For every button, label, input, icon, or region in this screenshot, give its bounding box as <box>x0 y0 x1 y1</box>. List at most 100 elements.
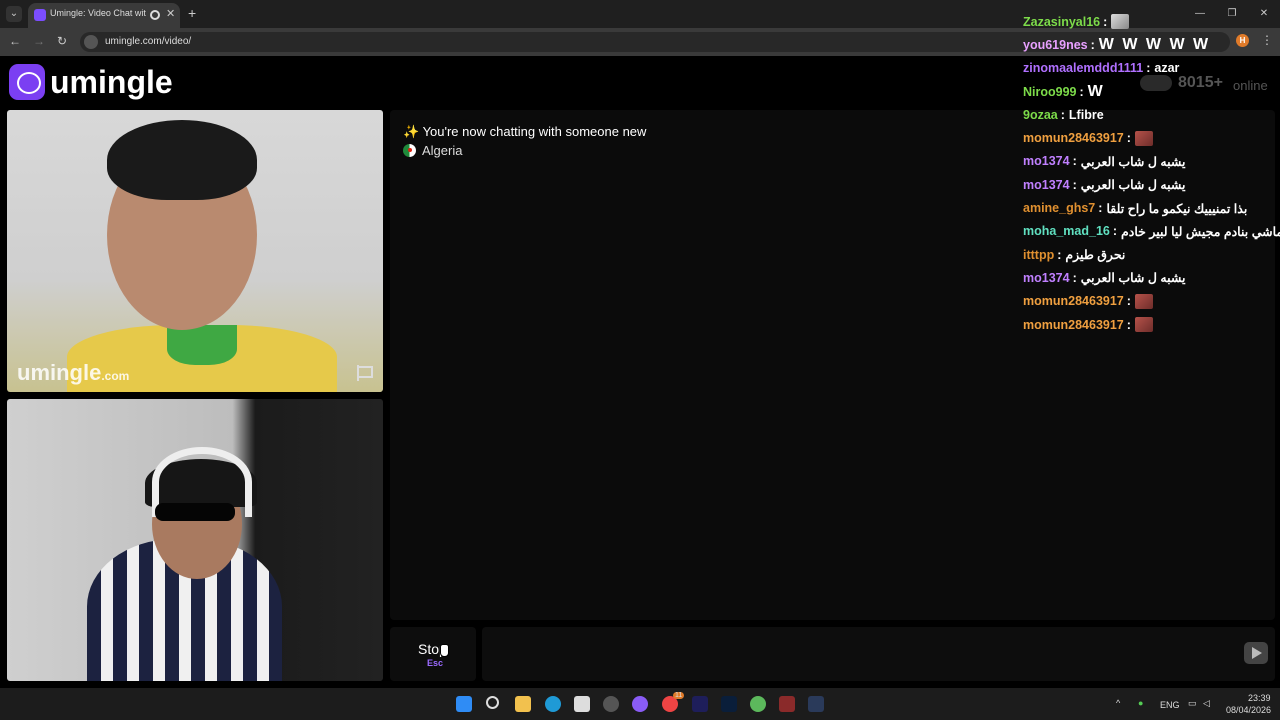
language-indicator[interactable]: ENG <box>1160 700 1180 710</box>
chat-username: itttpp <box>1023 247 1055 262</box>
clock-date[interactable]: 08/04/2026 <box>1226 705 1271 715</box>
stream-chat-line: Zazasinyal16: <box>1023 10 1273 33</box>
chat-separator: : <box>1112 224 1118 239</box>
chat-separator: : <box>1079 84 1084 99</box>
network-icon[interactable]: ▭ <box>1188 698 1197 709</box>
chat-separator: : <box>1146 61 1151 76</box>
chat-separator: : <box>1057 247 1062 262</box>
twitch-icon[interactable] <box>632 696 648 712</box>
chat-separator: : <box>1098 201 1103 216</box>
chat-message: يشبه ل شاب العربي <box>1080 178 1186 193</box>
chat-message: نحرق طيزم <box>1065 248 1126 263</box>
stream-chat-line: you619nes: W W W W W <box>1023 33 1273 56</box>
chat-separator: : <box>1072 177 1077 192</box>
premiere-icon[interactable] <box>692 696 708 712</box>
stream-chat-line: momun28463917: <box>1023 290 1273 313</box>
new-tab-button[interactable]: + <box>188 5 196 21</box>
chat-username: Niroo999 <box>1023 84 1077 99</box>
chat-username: you619nes <box>1023 37 1088 52</box>
umingle-logo-icon[interactable] <box>9 64 45 100</box>
stop-shortcut: Esc <box>427 658 444 668</box>
tab-close-icon[interactable]: ✕ <box>166 7 175 20</box>
stream-chat-line: zinomaalemddd1111: azar <box>1023 57 1273 80</box>
chat-message: بذا تمنيييك نيكمو ما راح تلقا <box>1106 201 1248 216</box>
chat-message: W <box>1087 82 1103 100</box>
clock-time[interactable]: 23:39 <box>1248 693 1271 703</box>
media-player-icon[interactable] <box>779 696 795 712</box>
report-flag-icon[interactable] <box>357 365 373 381</box>
forward-icon[interactable]: → <box>33 34 45 48</box>
url-text[interactable]: umingle.com/video/ <box>105 36 191 47</box>
chat-username: moha_mad_16 <box>1023 224 1110 239</box>
umingle-favicon-icon <box>34 9 46 21</box>
microphone-icon[interactable]: ● <box>1138 698 1143 708</box>
chat-username: mo1374 <box>1023 154 1070 169</box>
chatgpt-icon[interactable] <box>603 696 619 712</box>
chat-message: azar <box>1154 61 1180 76</box>
file-explorer-icon[interactable] <box>515 696 531 712</box>
stranger-video: umingle.com <box>7 110 383 392</box>
chat-message: Lfibre <box>1068 107 1104 122</box>
emote-icon <box>1134 293 1153 309</box>
chat-separator: : <box>1060 107 1065 122</box>
chat-username: Zazasinyal16 <box>1023 14 1101 29</box>
country-name: Algeria <box>422 143 463 158</box>
chat-message: انا ماشي بنادم مجيش ليا لبير خادم <box>1121 224 1280 239</box>
chat-separator: : <box>1126 317 1131 332</box>
start-icon[interactable] <box>456 696 472 712</box>
stranger-country: Algeria <box>403 143 462 158</box>
stranger-hair <box>107 120 257 200</box>
chat-username: zinomaalemddd1111 <box>1023 61 1144 76</box>
system-message: ✨ You're now chatting with someone new <box>403 124 647 139</box>
chat-username: momun28463917 <box>1023 131 1124 146</box>
search-icon[interactable] <box>486 696 499 709</box>
reload-icon[interactable]: ↻ <box>57 34 67 48</box>
utorrent-icon[interactable] <box>750 696 766 712</box>
chat-separator: : <box>1072 270 1077 285</box>
volume-icon[interactable]: ◁ <box>1203 698 1210 709</box>
site-logo-text[interactable]: umingle <box>50 64 173 101</box>
stream-chat-line: Niroo999: W <box>1023 80 1273 103</box>
chat-username: mo1374 <box>1023 177 1070 192</box>
chrome-badge: 11 <box>673 692 685 699</box>
back-icon[interactable]: ← <box>9 34 21 48</box>
recording-icon <box>150 10 160 20</box>
site-info-icon[interactable] <box>84 35 98 49</box>
umingle-watermark: umingle.com <box>17 360 130 385</box>
tab-title: Umingle: Video Chat with S <box>50 8 146 18</box>
stream-chat-line: mo1374: يشبه ل شاب العربي <box>1023 173 1273 196</box>
algeria-flag-icon <box>403 144 416 157</box>
stream-chat-line: mo1374: يشبه ل شاب العربي <box>1023 266 1273 289</box>
send-icon[interactable] <box>1244 642 1268 664</box>
chat-message: W W W W W <box>1098 35 1209 53</box>
chat-separator: : <box>1126 131 1131 146</box>
chat-message: يشبه ل شاب العربي <box>1080 154 1186 169</box>
hand-cursor-icon <box>440 644 449 657</box>
stream-chat-line: mo1374: يشبه ل شاب العربي <box>1023 150 1273 173</box>
chat-separator: : <box>1126 294 1131 309</box>
steam-icon[interactable] <box>808 696 824 712</box>
emote-icon <box>1134 317 1153 332</box>
stop-button[interactable]: Stop Esc <box>390 627 476 681</box>
chat-separator: : <box>1090 37 1095 52</box>
stream-chat-overlay: Zazasinyal16: you619nes: W W W W Wzinomaal… <box>1023 10 1280 336</box>
store-icon[interactable] <box>574 696 590 712</box>
chat-username: 9ozaa <box>1023 107 1058 122</box>
edge-icon[interactable] <box>545 696 561 712</box>
emote-icon <box>1111 14 1130 30</box>
emote-icon <box>1134 130 1153 146</box>
photoshop-icon[interactable] <box>721 696 737 712</box>
chat-username: mo1374 <box>1023 270 1070 285</box>
chat-message: يشبه ل شاب العربي <box>1080 271 1186 286</box>
stream-chat-line: amine_ghs7: بذا تمنيييك نيكمو ما راح تلقا <box>1023 196 1273 219</box>
tab-umingle[interactable]: Umingle: Video Chat with S ✕ <box>28 3 180 28</box>
stream-chat-line: momun28463917: <box>1023 126 1273 149</box>
stream-chat-line: 9ozaa: Lfibre <box>1023 103 1273 126</box>
tray-overflow-icon[interactable]: ^ <box>1116 698 1120 708</box>
stranger-collar <box>167 325 237 365</box>
chat-separator: : <box>1072 154 1077 169</box>
message-input[interactable] <box>482 627 1275 681</box>
sunglasses <box>155 503 235 521</box>
chat-separator: : <box>1103 14 1108 29</box>
tab-search-button[interactable]: ⌄ <box>6 6 22 22</box>
